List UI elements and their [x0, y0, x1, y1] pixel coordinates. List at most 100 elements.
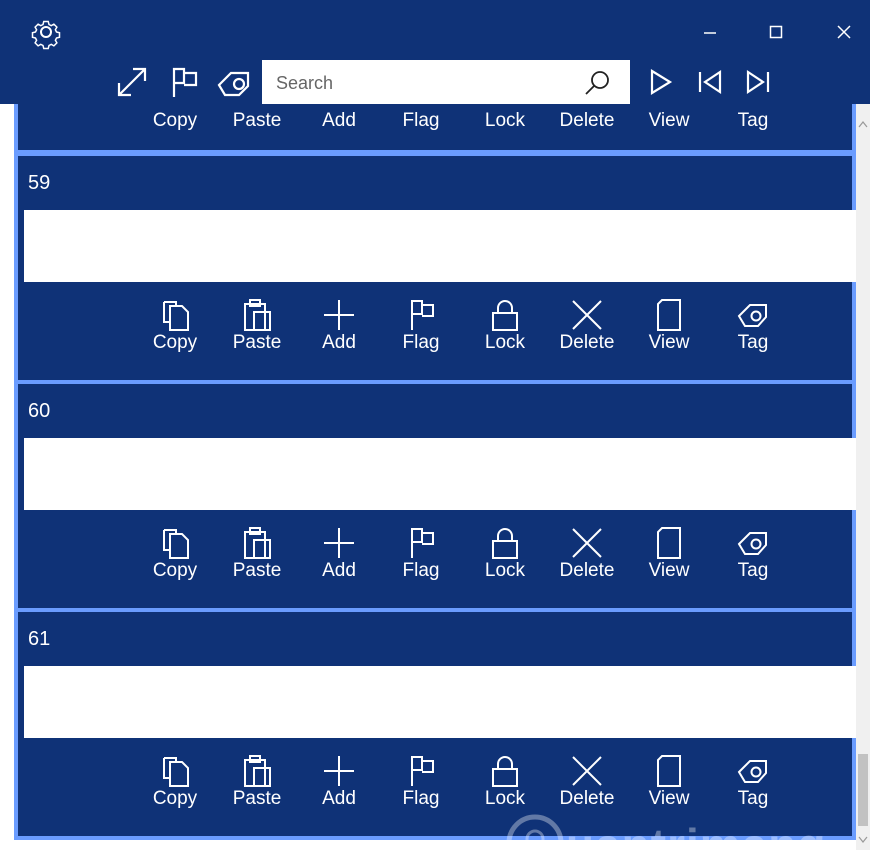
add-icon — [324, 756, 354, 786]
delete-button[interactable]: Delete — [552, 526, 622, 596]
copy-button[interactable]: Copy — [140, 754, 210, 824]
note-number: 59 — [28, 172, 51, 194]
view-label: View — [648, 560, 690, 581]
note-text-field[interactable] — [24, 438, 856, 510]
view-button[interactable]: View — [634, 526, 704, 596]
paste-button[interactable]: Paste — [222, 526, 292, 596]
delete-icon — [572, 756, 602, 786]
tag-icon — [737, 532, 767, 555]
delete-button[interactable]: Delete — [552, 298, 622, 368]
copy-button[interactable]: Copy — [140, 298, 210, 368]
lock-button[interactable]: Lock — [470, 298, 540, 368]
flag-icon — [411, 300, 434, 330]
tag-icon[interactable] — [214, 62, 254, 102]
copy-label: Copy — [152, 110, 198, 131]
expand-icon[interactable] — [112, 62, 152, 102]
watermark-logo-icon — [506, 814, 564, 850]
tag-button[interactable]: Tag — [718, 526, 788, 596]
tag-icon — [737, 760, 767, 783]
tag-button[interactable]: Tag — [718, 298, 788, 368]
flag-icon — [411, 528, 434, 558]
close-button[interactable] — [826, 14, 862, 50]
paste-icon — [244, 527, 271, 559]
search-box[interactable] — [262, 60, 630, 105]
note-list[interactable]: Copy Paste Add Flag Lock Delete View Tag… — [0, 104, 856, 850]
toolbar — [0, 60, 870, 105]
add-button[interactable]: Add — [304, 526, 374, 596]
delete-label: Delete — [559, 332, 615, 353]
maximize-icon — [769, 25, 783, 39]
copy-button[interactable]: Copy — [140, 526, 210, 596]
note-card: 60 Copy Paste Add Flag Lock Delete View … — [14, 380, 856, 612]
watermark-text: uantrimang — [566, 819, 827, 850]
flag-icon — [411, 756, 434, 786]
vertical-scrollbar[interactable] — [856, 104, 870, 850]
delete-icon — [572, 528, 602, 558]
delete-icon — [572, 300, 602, 330]
flag-label: Flag — [402, 788, 440, 809]
lock-label: Lock — [484, 560, 526, 581]
flag-button[interactable]: Flag — [386, 526, 456, 596]
add-icon — [324, 300, 354, 330]
view-icon — [657, 755, 681, 787]
lock-button[interactable]: Lock — [470, 526, 540, 596]
card-actions: Copy Paste Add Flag Lock Delete View Tag — [18, 298, 856, 368]
gear-icon[interactable] — [28, 14, 64, 50]
flag-icon[interactable] — [164, 62, 204, 102]
skip-back-icon[interactable] — [690, 62, 730, 102]
flag-label: Flag — [402, 560, 440, 581]
close-icon — [837, 25, 851, 39]
watermark: uantrimang — [500, 804, 840, 850]
skip-forward-icon[interactable] — [738, 62, 778, 102]
add-button[interactable]: Add — [304, 298, 374, 368]
paste-icon — [244, 299, 271, 331]
note-card: 59 Copy Paste Add Flag Lock Delete View … — [14, 152, 856, 384]
add-icon — [324, 528, 354, 558]
card-actions: Copy Paste Add Flag Lock Delete View Tag — [18, 526, 856, 596]
paste-button[interactable]: Paste — [222, 754, 292, 824]
flag-label: Flag — [402, 110, 440, 131]
note-text-field[interactable] — [24, 666, 856, 738]
lock-icon — [492, 528, 518, 559]
maximize-button[interactable] — [758, 14, 794, 50]
paste-icon — [244, 755, 271, 787]
view-icon — [657, 527, 681, 559]
view-button[interactable]: View — [634, 298, 704, 368]
flag-button[interactable]: Flag — [386, 298, 456, 368]
add-button[interactable]: Add — [304, 754, 374, 824]
flag-button[interactable]: Flag — [386, 754, 456, 824]
copy-label: Copy — [152, 788, 198, 809]
minimize-button[interactable] — [692, 14, 728, 50]
delete-label: Delete — [559, 560, 615, 581]
app-window: Copy Paste Add Flag Lock Delete View Tag… — [0, 0, 870, 850]
add-label: Add — [322, 332, 356, 353]
play-icon[interactable] — [640, 62, 680, 102]
tag-label: Tag — [737, 110, 769, 131]
scrollbar-thumb[interactable] — [858, 754, 868, 826]
add-label: Add — [322, 110, 356, 131]
delete-label: Delete — [559, 110, 615, 131]
paste-label: Paste — [232, 560, 282, 581]
lock-label: Lock — [484, 110, 526, 131]
search-input[interactable] — [274, 68, 568, 98]
add-label: Add — [322, 560, 356, 581]
search-icon[interactable] — [582, 68, 612, 98]
copy-label: Copy — [152, 560, 198, 581]
paste-label: Paste — [232, 332, 282, 353]
view-label: View — [648, 110, 690, 131]
copy-icon — [163, 301, 189, 331]
paste-label: Paste — [232, 110, 282, 131]
add-label: Add — [322, 788, 356, 809]
copy-icon — [163, 757, 189, 787]
tag-icon — [737, 304, 767, 327]
note-text-field[interactable] — [24, 210, 856, 282]
scroll-down-icon[interactable] — [856, 830, 870, 850]
paste-button[interactable]: Paste — [222, 298, 292, 368]
scroll-up-icon[interactable] — [856, 104, 870, 144]
flag-label: Flag — [402, 332, 440, 353]
title-bar — [0, 0, 870, 60]
view-icon — [657, 299, 681, 331]
paste-label: Paste — [232, 788, 282, 809]
tag-label: Tag — [737, 332, 769, 353]
minimize-icon — [704, 32, 716, 34]
